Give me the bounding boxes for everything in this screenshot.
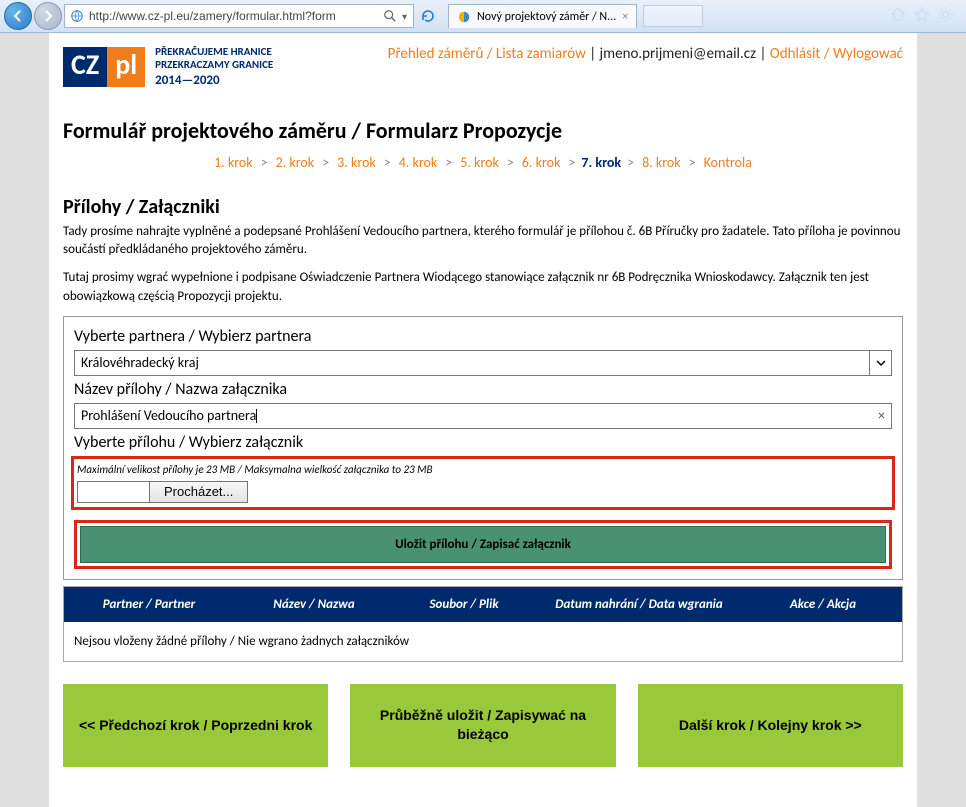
addr-dropdown-icon[interactable]: ▾ <box>402 10 407 23</box>
step-link-5[interactable]: 5. krok <box>458 154 501 171</box>
col-partner: Partner / Partner <box>64 587 234 622</box>
page-title: Formulář projektového záměru / Formularz… <box>63 117 903 144</box>
tools-icon[interactable] <box>938 6 954 26</box>
browser-tab[interactable]: Nový projektový záměr / N... × <box>448 4 637 28</box>
file-browse-highlight: Procházet... <box>71 477 895 510</box>
attachments-table: Partner / Partner Název / Nazwa Soubor /… <box>63 586 903 662</box>
new-tab-button[interactable] <box>643 5 703 27</box>
logo-years: 2014—2020 <box>155 73 273 89</box>
file-path-input[interactable] <box>77 481 149 503</box>
step-link-7: 7. krok <box>581 154 621 171</box>
step-link-3[interactable]: 3. krok <box>335 154 378 171</box>
upload-highlight: Uložit přílohu / Zapisać załącznik <box>74 520 892 569</box>
favorites-icon[interactable] <box>914 6 930 26</box>
wizard-steps: 1. krok>2. krok>3. krok>4. krok>5. krok>… <box>63 154 903 171</box>
attachment-name-input[interactable]: Prohlášení Vedoucího partnera × <box>74 403 892 429</box>
clear-icon[interactable]: × <box>878 407 885 424</box>
intro-text-cz: Tady prosíme nahrajte vyplněné a podepsa… <box>63 223 903 259</box>
search-icon[interactable] <box>380 6 400 26</box>
tab-title: Nový projektový záměr / N... <box>477 10 616 24</box>
col-file: Soubor / Plik <box>394 587 534 622</box>
partner-value: Královéhradecký kraj <box>81 354 199 371</box>
address-bar[interactable]: ▾ <box>64 4 414 28</box>
step-link-4[interactable]: 4. krok <box>397 154 440 171</box>
partner-label: Vyberte partnera / Wybierz partnera <box>74 327 892 346</box>
nav-back-button[interactable] <box>4 2 32 30</box>
header-links: Přehled záměrů / Lista zamiarów | jmeno.… <box>388 45 903 63</box>
file-label: Vyberte přílohu / Wybierz załącznik <box>74 433 892 452</box>
browser-chrome: ▾ Nový projektový záměr / N... × <box>0 0 966 33</box>
step-link-9[interactable]: Kontrola <box>702 154 754 171</box>
step-link-8[interactable]: 8. krok <box>640 154 683 171</box>
step-link-2[interactable]: 2. krok <box>274 154 317 171</box>
page-favicon <box>69 8 85 24</box>
logo-pl: pl <box>107 47 145 87</box>
table-empty-row: Nejsou vloženy žádné přílohy / Nie wgran… <box>64 622 902 661</box>
url-input[interactable] <box>89 9 380 23</box>
tab-close-icon[interactable]: × <box>622 10 628 24</box>
name-label: Název přílohy / Nazwa załącznika <box>74 380 892 399</box>
section-title: Přílohy / Załączniki <box>63 195 903 219</box>
logo-line1: PŘEKRAČUJEME HRANICE <box>155 45 273 58</box>
logo-line2: PRZEKRACZAMY GRANICE <box>155 58 273 71</box>
logo: CZ pl PŘEKRAČUJEME HRANICE PRZEKRACZAMY … <box>63 45 273 89</box>
step-link-1[interactable]: 1. krok <box>212 154 255 171</box>
browse-button[interactable]: Procházet... <box>149 481 248 503</box>
overview-link[interactable]: Přehled záměrů / Lista zamiarów <box>388 45 586 63</box>
partner-select[interactable]: Královéhradecký kraj <box>74 350 892 376</box>
col-name: Název / Nazwa <box>234 587 394 622</box>
prev-step-button[interactable]: << Předchozí krok / Poprzedni krok <box>63 684 328 767</box>
chevron-down-icon[interactable] <box>869 351 891 375</box>
logo-cz: CZ <box>63 47 107 87</box>
logout-link[interactable]: Odhlásit / Wylogować <box>770 45 903 63</box>
attachment-name-value: Prohlášení Vedoucího partnera <box>81 407 256 424</box>
nav-forward-button[interactable] <box>34 2 62 30</box>
save-draft-button[interactable]: Průběžně uložit / Zapisywać na bieżąco <box>350 684 615 767</box>
file-hint: Maximální velikost přílohy je 23 MB / Ma… <box>77 463 433 477</box>
refresh-button[interactable] <box>418 6 438 26</box>
home-icon[interactable] <box>890 6 906 26</box>
user-email: jmeno.prijmeni@email.cz <box>600 45 757 63</box>
col-date: Datum nahrání / Data wgrania <box>534 587 744 622</box>
tab-favicon <box>457 10 471 24</box>
step-link-6[interactable]: 6. krok <box>520 154 563 171</box>
upload-button[interactable]: Uložit přílohu / Zapisać załącznik <box>80 526 886 563</box>
col-action: Akce / Akcja <box>744 587 902 622</box>
next-step-button[interactable]: Další krok / Kolejny krok >> <box>638 684 903 767</box>
intro-text-pl: Tutaj prosimy wgrać wypełnione i podpisa… <box>63 269 903 305</box>
attachment-form: Vyberte partnera / Wybierz partnera Král… <box>63 316 903 580</box>
